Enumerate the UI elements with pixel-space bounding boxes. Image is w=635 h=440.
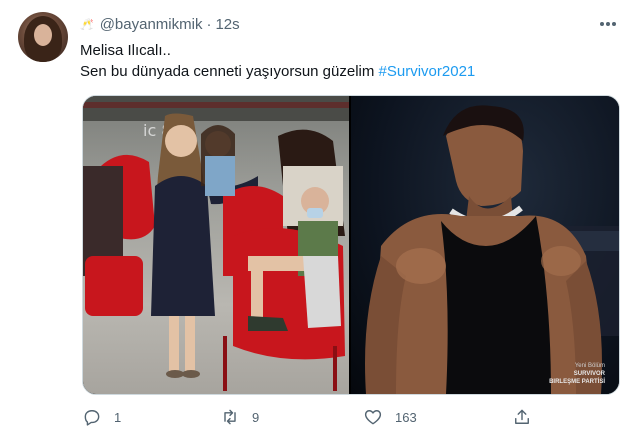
- reply-bubble-icon: [84, 410, 100, 426]
- like-button[interactable]: 163: [363, 401, 417, 433]
- tweet-text-line1: Melisa Ilıcalı..: [80, 42, 171, 59]
- timestamp[interactable]: 12s: [215, 16, 239, 33]
- left-photo-illustration: ic 8: [83, 96, 349, 391]
- like-count: 163: [395, 409, 417, 425]
- more-dot: [612, 22, 616, 26]
- tweet-media[interactable]: ic 8 Yeni Bölüm SURVIVOR BIRLEŞME PARTİS…: [82, 95, 620, 395]
- retweet-button[interactable]: 9: [220, 401, 259, 433]
- more-horizontal-icon: [600, 22, 604, 26]
- avatar-face: [34, 24, 52, 46]
- retweet-count: 9: [252, 409, 260, 425]
- user-handle[interactable]: @bayanmikmik: [100, 16, 203, 33]
- tweet-text: Melisa Ilıcalı.. Sen bu dünyada cenneti …: [80, 40, 475, 82]
- tweet-text-plain: Sen bu dünyada cenneti yaşıyorsun güzeli…: [80, 63, 379, 80]
- watermark-line3: BIRLEŞME PARTİSİ: [549, 379, 605, 385]
- name-emoji: 🥂: [80, 18, 94, 31]
- share-button[interactable]: [512, 401, 532, 433]
- tweet-text-line2: Sen bu dünyada cenneti yaşıyorsun güzeli…: [80, 61, 475, 82]
- hashtag-link[interactable]: #Survivor2021: [379, 63, 476, 80]
- reply-button[interactable]: 1: [82, 401, 121, 433]
- tweet[interactable]: 🥂 @bayanmikmik · 12s Melisa Ilıcalı.. Se…: [0, 0, 635, 440]
- more-dot: [606, 22, 610, 26]
- watermark-line1: Yeni Bölüm: [574, 363, 605, 369]
- media-photo-right[interactable]: Yeni Bölüm SURVIVOR BIRLEŞME PARTİSİ: [351, 96, 619, 394]
- avatar[interactable]: [18, 12, 68, 62]
- tweet-actions: 1 9 163: [0, 401, 635, 433]
- reply-count: 1: [114, 409, 122, 425]
- more-options-button[interactable]: [597, 15, 619, 33]
- retweet-icon: [224, 409, 236, 425]
- media-photo-left[interactable]: ic 8: [83, 96, 349, 394]
- watermark-line2: SURVIVOR: [573, 371, 605, 377]
- separator-dot: ·: [206, 15, 212, 33]
- tweet-header: 🥂 @bayanmikmik · 12s: [80, 14, 240, 34]
- heart-icon: [364, 410, 382, 425]
- share-upload-icon: [515, 409, 529, 424]
- media-watermark: Yeni Bölüm SURVIVOR BIRLEŞME PARTİSİ: [549, 362, 605, 386]
- right-photo-illustration: [365, 105, 619, 394]
